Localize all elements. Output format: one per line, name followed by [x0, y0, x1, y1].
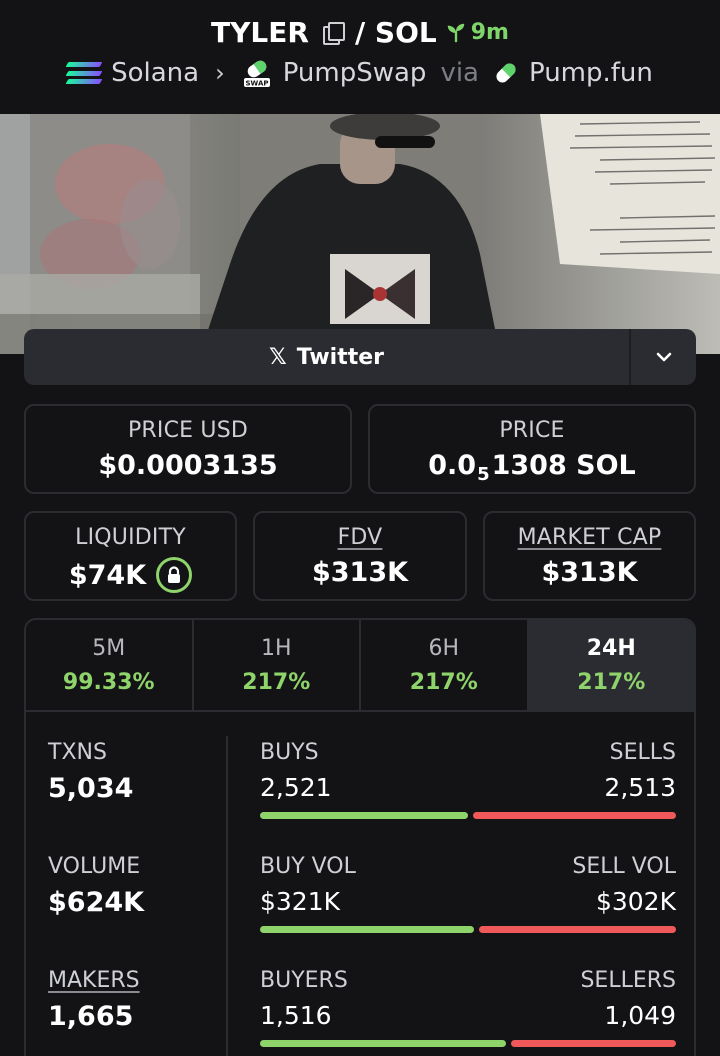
solana-icon: [65, 60, 103, 86]
buyers-sellers-row: BUYERS SELLERS 1,516 1,049: [260, 968, 676, 1047]
buyers-bar-fill: [260, 1040, 506, 1047]
swap-badge-text: SWAP: [245, 80, 268, 88]
tab-6h[interactable]: 6H 217%: [361, 620, 529, 710]
makers-value: 1,665: [48, 1001, 134, 1032]
makers-metric: MAKERS 1,665: [48, 968, 140, 1032]
pair-header: TYLER / SOL 9m Solana › SWAP PumpSwap vi…: [0, 0, 720, 114]
dex-name[interactable]: PumpSwap: [283, 58, 427, 88]
social-dropdown-button[interactable]: [629, 329, 696, 385]
tab-label: 5M: [92, 636, 126, 661]
tab-change: 217%: [577, 670, 646, 695]
x-logo-icon: 𝕏: [269, 344, 287, 370]
buy-vol-label: BUY VOL: [260, 854, 356, 879]
sellers-value: 1,049: [604, 1001, 676, 1030]
price-native-value: 0.0 5 1308 SOL: [370, 450, 694, 485]
price-usd-label: PRICE USD: [127, 418, 249, 443]
sells-value: 2,513: [604, 773, 676, 802]
pill-icon: [496, 63, 516, 83]
sprout-icon: [447, 23, 464, 43]
pair-age-value: 9m: [470, 19, 509, 45]
price-native-label: PRICE: [499, 418, 565, 443]
volume-label: VOLUME: [48, 854, 141, 879]
buys-bar-fill: [260, 812, 469, 819]
price-native-lead: 0.0: [428, 450, 477, 481]
sells-bar-fill: [473, 812, 676, 819]
pair-age: 9m: [445, 20, 509, 45]
price-native-card: PRICE 0.0 5 1308 SOL: [368, 404, 696, 494]
market-cap-value: $313K: [541, 557, 638, 588]
tab-change: 217%: [242, 670, 311, 695]
sell-vol-value: $302K: [595, 887, 676, 916]
via-label: via: [440, 58, 479, 88]
price-usd-value: $0.0003135: [98, 450, 278, 481]
buy-vol-bar-fill: [260, 926, 475, 933]
liquidity-label: LIQUIDITY: [75, 525, 186, 550]
sells-label: SELLS: [609, 740, 676, 765]
timeframe-tabs: 5M 99.33% 1H 217% 6H 217% 24H 217%: [26, 620, 694, 712]
fdv-label[interactable]: FDV: [255, 525, 465, 550]
buys-value: 2,521: [260, 773, 332, 802]
sell-vol-bar-fill: [479, 926, 676, 933]
txns-value: 5,034: [48, 773, 134, 804]
price-native-zero-count: 5: [477, 464, 490, 485]
buyers-value: 1,516: [260, 1001, 332, 1030]
pumpswap-icon: SWAP: [243, 60, 270, 88]
token-symbol: TYLER: [211, 15, 309, 49]
volume-value: $624K: [48, 887, 145, 918]
makers-label[interactable]: MAKERS: [48, 968, 140, 993]
tab-change: 217%: [409, 670, 478, 695]
tab-label: 24H: [586, 636, 636, 661]
buy-sell-volume-bar: [260, 926, 676, 933]
sellers-label: SELLERS: [580, 968, 676, 993]
quote-symbol: / SOL: [354, 15, 437, 49]
tab-change: 99.33%: [62, 670, 155, 695]
volume-metric: VOLUME $624K: [48, 854, 144, 918]
chain-name[interactable]: Solana: [111, 58, 199, 88]
copy-icon[interactable]: [321, 21, 345, 45]
tab-24h[interactable]: 24H 217%: [528, 620, 694, 710]
chevron-right-icon: ›: [215, 59, 225, 87]
fdv-card: FDV $313K: [253, 511, 467, 601]
launchpad-name[interactable]: Pump.fun: [529, 58, 653, 88]
tab-label: 6H: [428, 636, 460, 661]
price-usd-card: PRICE USD $0.0003135: [24, 404, 352, 494]
market-cap-label[interactable]: MARKET CAP: [485, 525, 694, 550]
buy-sell-volume-row: BUY VOL SELL VOL $321K $302K: [260, 854, 676, 933]
twitter-button[interactable]: 𝕏 Twitter: [24, 329, 629, 385]
lock-icon[interactable]: [156, 557, 193, 593]
txns-metric: TXNS 5,034: [48, 740, 133, 804]
token-banner-image: [0, 114, 720, 354]
pair-route: Solana › SWAP PumpSwap via Pump.fun: [0, 54, 720, 92]
liquidity-value-row: $74K: [26, 557, 235, 593]
txns-label: TXNS: [48, 740, 107, 765]
buyers-sellers-bar: [260, 1040, 676, 1047]
sell-vol-label: SELL VOL: [572, 854, 676, 879]
tab-1h[interactable]: 1H 217%: [194, 620, 361, 710]
buys-label: BUYS: [260, 740, 319, 765]
buyers-label: BUYERS: [260, 968, 348, 993]
liquidity-card: LIQUIDITY $74K: [24, 511, 237, 601]
tab-label: 1H: [260, 636, 292, 661]
chevron-down-icon: [656, 352, 671, 362]
buy-vol-value: $321K: [260, 887, 341, 916]
buys-sells-row: BUYS SELLS 2,521 2,513: [260, 740, 676, 819]
trade-stats-panel: 5M 99.33% 1H 217% 6H 217% 24H 217% TXNS …: [24, 618, 696, 1056]
social-links-bar: 𝕏 Twitter: [24, 329, 696, 385]
sellers-bar-fill: [510, 1040, 676, 1047]
tab-5m[interactable]: 5M 99.33%: [26, 620, 194, 710]
buys-sells-bar: [260, 812, 676, 819]
pair-title-row: TYLER / SOL 9m: [0, 12, 720, 52]
market-cap-card: MARKET CAP $313K: [483, 511, 696, 601]
liquidity-value: $74K: [68, 559, 147, 591]
fdv-value: $313K: [311, 557, 409, 588]
twitter-label: Twitter: [296, 344, 384, 370]
price-native-rest: 1308 SOL: [491, 450, 636, 481]
